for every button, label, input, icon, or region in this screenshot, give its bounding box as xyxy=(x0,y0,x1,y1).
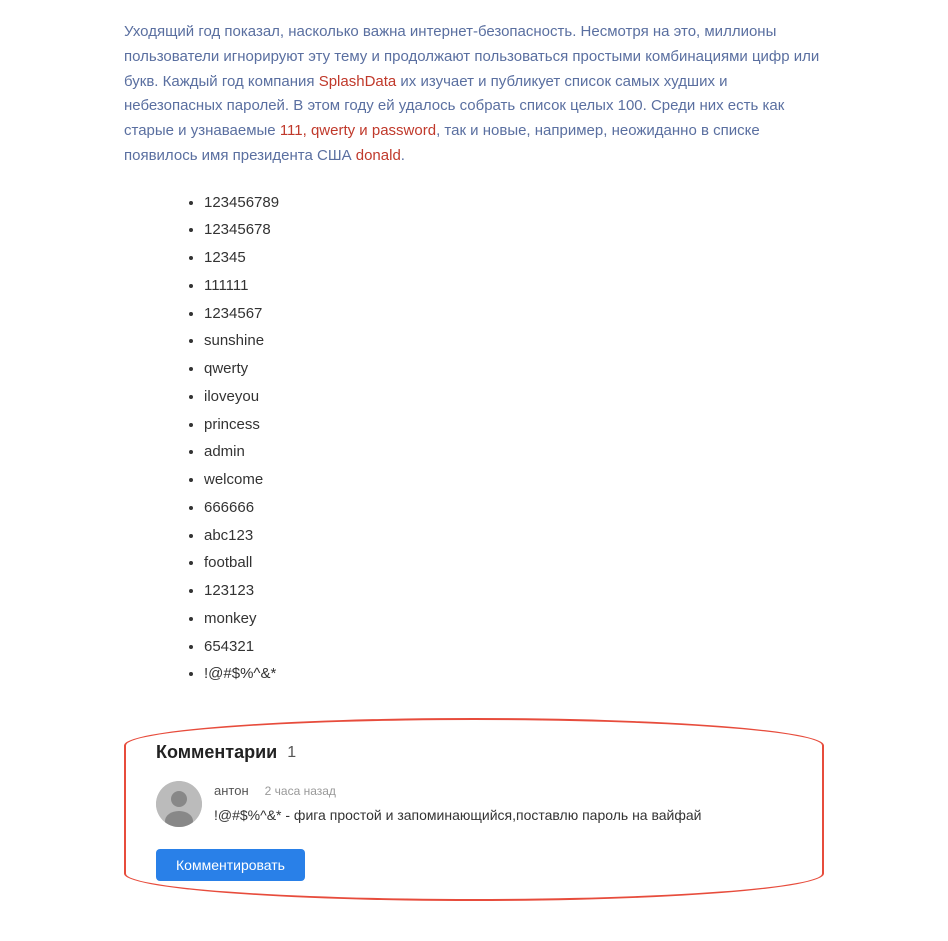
comments-count: 1 xyxy=(287,740,296,766)
article-paragraph: Уходящий год показал, насколько важна ин… xyxy=(124,20,824,169)
comment-body: антон 2 часа назад !@#$%^&* - фига прост… xyxy=(214,781,792,826)
list-item: princess xyxy=(204,411,824,439)
list-item: monkey xyxy=(204,605,824,633)
password-list: 123456789 12345678 12345 111111 1234567 … xyxy=(124,189,824,689)
page-wrapper: Уходящий год показал, насколько важна ин… xyxy=(94,0,854,941)
comment-time: 2 часа назад xyxy=(265,782,336,801)
list-item: 111111 xyxy=(204,272,824,300)
list-item: iloveyou xyxy=(204,383,824,411)
text-part-4: . xyxy=(401,147,405,164)
comments-section: Комментарии 1 антон 2 часа назад !@#$%^&… xyxy=(124,718,824,901)
list-item: welcome xyxy=(204,466,824,494)
list-item: 654321 xyxy=(204,633,824,661)
list-item: !@#$%^&* xyxy=(204,660,824,688)
list-item: 1234567 xyxy=(204,300,824,328)
list-item: abc123 xyxy=(204,522,824,550)
list-item: 123123 xyxy=(204,577,824,605)
list-item: 12345678 xyxy=(204,216,824,244)
highlight-donald: donald xyxy=(356,147,401,164)
comment-meta: антон 2 часа назад xyxy=(214,781,792,802)
comment-button[interactable]: Комментировать xyxy=(156,849,305,881)
comments-title: Комментарии xyxy=(156,738,277,767)
highlight-passwords: 111, qwerty и password xyxy=(280,122,436,139)
highlight-splashdata: SplashData xyxy=(319,73,397,90)
list-item: 666666 xyxy=(204,494,824,522)
comment-text: !@#$%^&* - фига простой и запоминающийся… xyxy=(214,805,792,826)
avatar-icon xyxy=(156,781,202,827)
list-item: 123456789 xyxy=(204,189,824,217)
comments-header: Комментарии 1 xyxy=(156,738,792,767)
comment-author: антон xyxy=(214,781,249,802)
comment-item: антон 2 часа назад !@#$%^&* - фига прост… xyxy=(156,781,792,827)
list-item: football xyxy=(204,549,824,577)
avatar xyxy=(156,781,202,827)
list-item: qwerty xyxy=(204,355,824,383)
list-item: sunshine xyxy=(204,327,824,355)
list-item: 12345 xyxy=(204,244,824,272)
list-item: admin xyxy=(204,438,824,466)
